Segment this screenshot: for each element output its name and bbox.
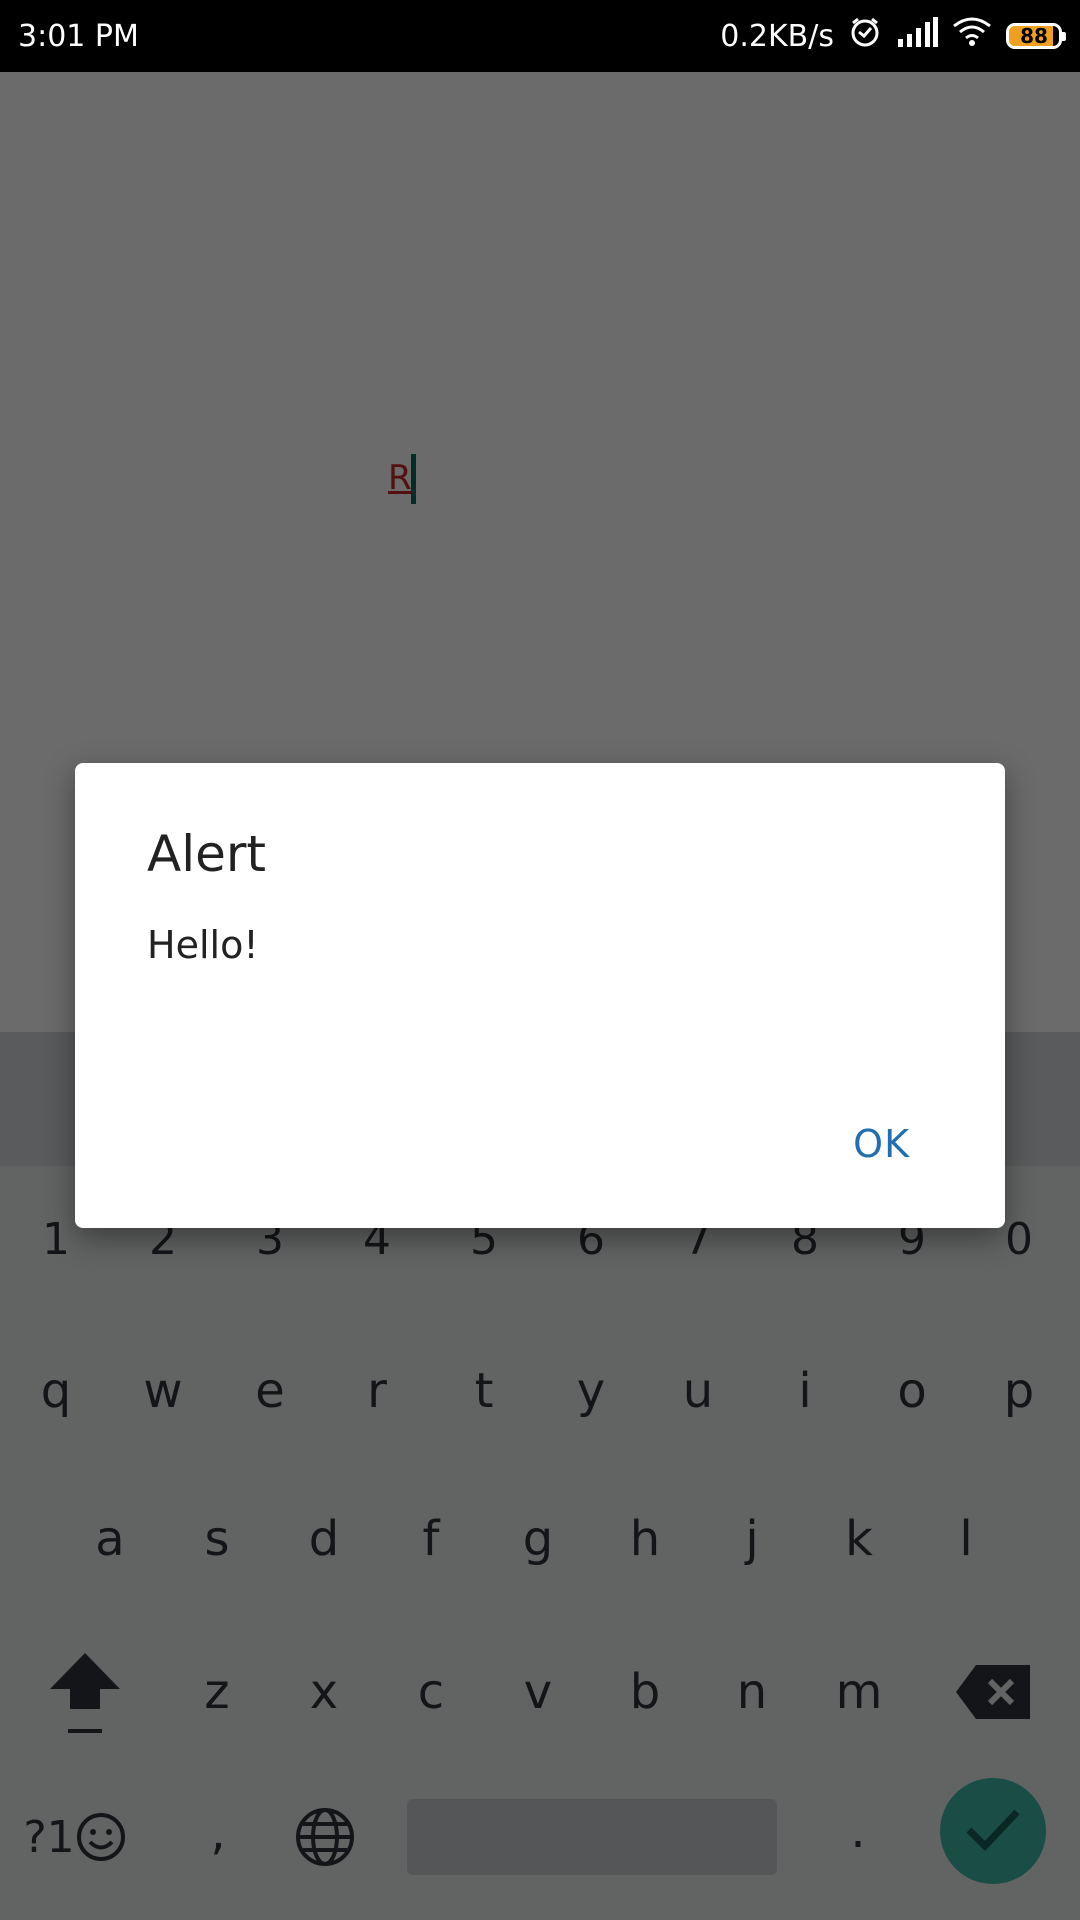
ok-button[interactable]: OK [853, 1122, 910, 1166]
battery-icon: 88 [1006, 23, 1066, 49]
battery-level: 88 [1020, 24, 1048, 48]
alarm-icon [848, 15, 882, 57]
status-bar: 3:01 PM 0.2KB/s 88 [0, 0, 1080, 72]
alert-dialog: Alert Hello! OK [75, 763, 1005, 1228]
dialog-title: Alert [147, 825, 267, 883]
network-speed: 0.2KB/s [720, 18, 834, 54]
dialog-message: Hello! [147, 923, 259, 967]
wifi-icon [952, 16, 992, 56]
status-time: 3:01 PM [18, 18, 139, 54]
signal-icon [896, 17, 938, 55]
status-icons: 0.2KB/s 88 [720, 15, 1066, 57]
